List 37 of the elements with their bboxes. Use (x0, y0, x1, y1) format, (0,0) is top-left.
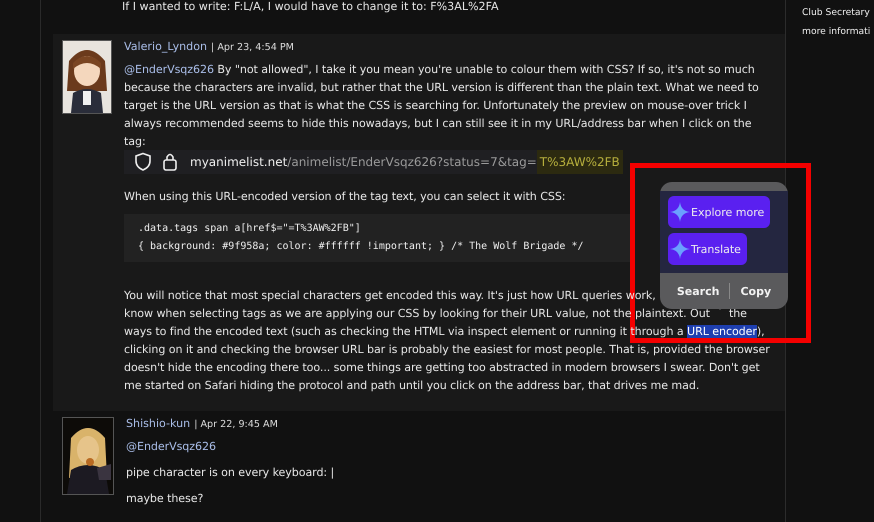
author-link[interactable]: Valerio_Lyndon (124, 40, 208, 53)
post-text: me started on Safari hiding the protocol and path until you click on the address bar, that drives me mad. (124, 379, 700, 392)
post-text: because the characters are invalid, but rather that the URL version is different than the plain text. What we need to (124, 81, 759, 94)
address-bar[interactable]: myanimelist.net/animelist/EnderVsqz626?status=7&tag= T%3AW%2FB (124, 150, 623, 174)
post-text: the (728, 307, 747, 320)
url-host: myanimelist.net (190, 155, 288, 169)
sparkle-icon (670, 202, 690, 222)
shield-icon (134, 152, 152, 172)
post-text: If I wanted to write: F:L/A, I would have to change it to: F%3AL%2FA (121, 0, 500, 15)
popup-link[interactable]: Copy (740, 284, 772, 298)
code-line: { background: #9f958a; color: #ffffff !important; } /* The Wolf Brigade */ (138, 240, 585, 254)
action-button[interactable]: Explore more (668, 196, 770, 228)
post-text: maybe these? (126, 492, 204, 505)
post-date: | Apr 22, 9:45 AM (194, 419, 278, 430)
post-text: clicking on it and checking the browser URL bar is probably the easiest for most people. That is, provided the browser (124, 343, 770, 356)
lock-icon (162, 152, 178, 172)
url-tag: T%3AW%2FB (536, 150, 623, 174)
action-button[interactable]: Translate (668, 233, 747, 265)
post-text: By "not allowed", I take it you mean you're unable to colour them with CSS? If so, it's not so much (216, 63, 755, 76)
sidebar-text: more informati (802, 25, 872, 39)
sidebar-text: Club Secretary (802, 6, 871, 20)
url-path: /animelist/EnderVsqz626?status=7&tag= (287, 155, 537, 169)
post-text: tag: (124, 135, 146, 148)
mention-link[interactable]: @EnderVsqz626 (126, 440, 216, 453)
post-text: When using this URL-encoded version of the tag text, you can select it with CSS: (124, 190, 566, 203)
post-text: doesn't hide the encoding there too... some things are getting too abstracted in modern browsers I swear. Don't get (124, 361, 760, 374)
mention-link[interactable]: @EnderVsqz626 (124, 63, 214, 76)
post-text: target is the URL version as that is what the CSS is searching for. Unfortunately the preview on mouse-over trick I (124, 99, 747, 112)
post-text: pipe character is on every keyboard: | (126, 466, 334, 479)
author-link[interactable]: Shishio-kun (126, 417, 190, 430)
post-text: ), (756, 325, 765, 338)
code-line: .data.tags span a[href$="=T%3AW%2FB"] (138, 222, 362, 236)
sparkle-icon (670, 239, 690, 259)
post-text: always recommended seems to hide this nowadays, but I can still see it in my URL/address bar when I click on the (124, 117, 752, 130)
selected-link[interactable]: URL encoder (687, 325, 757, 338)
post-date: | Apr 23, 4:54 PM (211, 42, 294, 53)
popup-link[interactable]: Search (676, 284, 720, 298)
